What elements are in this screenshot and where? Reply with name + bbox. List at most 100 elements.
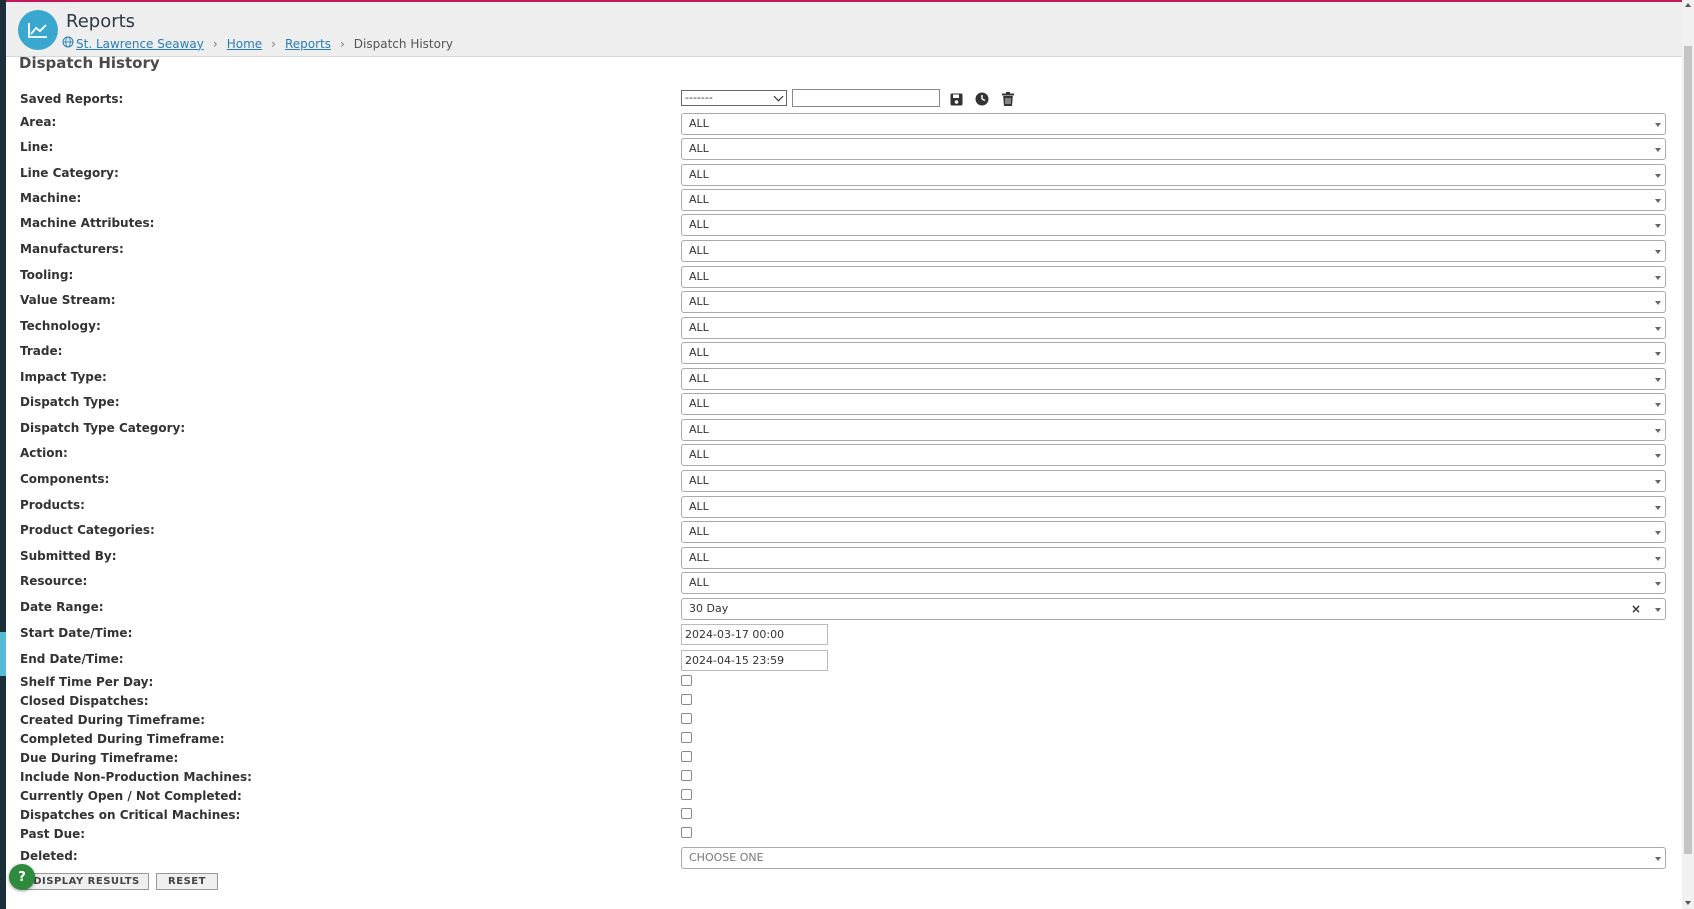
chevron-down-icon [1655,582,1661,586]
help-icon[interactable]: ? [9,864,35,890]
start-datetime-input[interactable]: 2024-03-17 00:00 [681,624,828,645]
select-value: ALL [689,270,709,283]
filter-row-value-stream: Value Stream: ALL [19,291,1669,313]
select-value: ALL [689,142,709,155]
filter-row-components: Components: ALL [19,470,1669,492]
reset-button[interactable]: RESET [156,873,218,890]
select-placeholder: CHOOSE ONE [689,851,764,864]
trash-icon[interactable] [1000,91,1016,107]
resource-select[interactable]: ALL [681,572,1666,594]
machine-attributes-select[interactable]: ALL [681,214,1666,236]
machine-select[interactable]: ALL [681,189,1666,211]
dispatch-type-category-select[interactable]: ALL [681,419,1666,441]
select-value: ALL [689,193,709,206]
chevron-down-icon [1655,378,1661,382]
left-nav-rail[interactable] [0,0,6,909]
checkbox-label: Shelf Time Per Day: [20,675,154,689]
filter-label: Action: [20,446,68,460]
filter-row-product-categories: Product Categories: ALL [19,521,1669,543]
filter-row-trade: Trade: ALL [19,342,1669,364]
filter-row-dispatch-type-category: Dispatch Type Category: ALL [19,419,1669,441]
technology-select[interactable]: ALL [681,317,1666,339]
trade-select[interactable]: ALL [681,342,1666,364]
filter-row-resource: Resource: ALL [19,572,1669,594]
filter-row-products: Products: ALL [19,496,1669,518]
tooling-select[interactable]: ALL [681,266,1666,288]
deleted-label: Deleted: [20,849,78,863]
date-range-label: Date Range: [20,600,104,614]
saved-reports-select[interactable]: ------- [681,90,787,106]
select-value: 30 Day [689,602,729,615]
action-select[interactable]: ALL [681,444,1666,466]
checkbox-row-past-due: Past Due: [19,825,1669,847]
clock-icon[interactable] [974,91,990,107]
chevron-down-icon [1655,557,1661,561]
filter-label: Impact Type: [20,370,107,384]
breadcrumb-reports-link[interactable]: Reports [285,37,331,51]
impact-type-select[interactable]: ALL [681,368,1666,390]
filter-label: Resource: [20,574,88,588]
save-icon[interactable] [948,91,964,107]
filter-row-machine-attributes: Machine Attributes: ALL [19,214,1669,236]
breadcrumb-current: Dispatch History [353,36,454,51]
submitted-by-select[interactable]: ALL [681,547,1666,569]
filter-label: Machine: [20,191,82,205]
currently-open-checkbox[interactable] [681,789,692,800]
vertical-scrollbar[interactable] [1682,0,1694,909]
chevron-down-icon [1655,531,1661,535]
select-value: ALL [689,576,709,589]
filter-label: Line Category: [20,166,119,180]
created-during-timeframe-checkbox[interactable] [681,713,692,724]
products-select[interactable]: ALL [681,496,1666,518]
select-value: ALL [689,551,709,564]
filter-row-tooling: Tooling: ALL [19,266,1669,288]
filter-row-area: Area: ALL [19,113,1669,135]
select-value: ALL [689,525,709,538]
filter-row-manufacturers: Manufacturers: ALL [19,240,1669,262]
chevron-down-icon [1655,123,1661,127]
critical-machines-checkbox[interactable] [681,808,692,819]
deleted-select[interactable]: CHOOSE ONE [681,847,1666,869]
select-value: ALL [689,117,709,130]
chevron-down-icon [1655,327,1661,331]
breadcrumb-site-link[interactable]: St. Lawrence Seaway [76,37,204,51]
filter-row-line-category: Line Category: ALL [19,164,1669,186]
completed-during-timeframe-checkbox[interactable] [681,732,692,743]
clear-selection-icon[interactable]: × [1631,602,1641,616]
dispatch-type-select[interactable]: ALL [681,393,1666,415]
scroll-up-icon[interactable] [1685,3,1691,7]
product-categories-select[interactable]: ALL [681,521,1666,543]
line-category-select[interactable]: ALL [681,164,1666,186]
components-select[interactable]: ALL [681,470,1666,492]
chevron-down-icon [1655,224,1661,228]
scroll-down-icon[interactable] [1685,901,1691,905]
shelf-time-checkbox[interactable] [681,675,692,686]
due-during-timeframe-checkbox[interactable] [681,751,692,762]
chevron-down-icon [1655,403,1661,407]
area-select[interactable]: ALL [681,113,1666,135]
scrollbar-thumb[interactable] [1684,46,1692,854]
filter-label: Components: [20,472,110,486]
select-value: ALL [689,218,709,231]
closed-dispatches-checkbox[interactable] [681,694,692,705]
chevron-down-icon [1655,199,1661,203]
past-due-checkbox[interactable] [681,827,692,838]
manufacturers-select[interactable]: ALL [681,240,1666,262]
filter-label: Machine Attributes: [20,216,155,230]
line-select[interactable]: ALL [681,138,1666,160]
left-rail-highlight [0,632,6,676]
chevron-down-icon [1655,857,1661,861]
value-stream-select[interactable]: ALL [681,291,1666,313]
include-non-production-checkbox[interactable] [681,770,692,781]
select-value: ALL [689,500,709,513]
filter-label: Value Stream: [20,293,116,307]
reports-chart-icon [18,10,58,50]
breadcrumb-home-link[interactable]: Home [227,37,262,51]
filter-label: Area: [20,115,57,129]
display-results-button[interactable]: DISPLAY RESULTS [24,873,149,890]
end-datetime-input[interactable]: 2024-04-15 23:59 [681,650,828,671]
breadcrumb-separator: › [271,36,276,51]
date-range-select[interactable]: 30 Day × [681,598,1666,620]
saved-report-name-input[interactable] [792,89,940,107]
page-title: Dispatch History [19,54,160,72]
